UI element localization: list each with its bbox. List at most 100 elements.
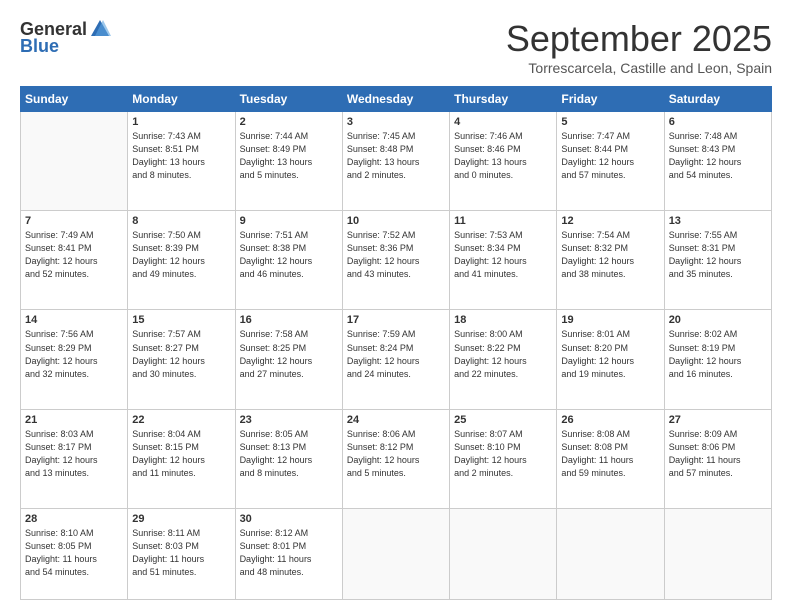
day-number: 14	[25, 314, 123, 326]
day-number: 11	[454, 215, 552, 227]
cell-info: Sunrise: 7:50 AM Sunset: 8:39 PM Dayligh…	[132, 229, 230, 281]
cell-info: Sunrise: 7:48 AM Sunset: 8:43 PM Dayligh…	[669, 130, 767, 182]
calendar-cell: 21 Sunrise: 8:03 AM Sunset: 8:17 PM Dayli…	[21, 409, 128, 508]
weekday-header-row: SundayMondayTuesdayWednesdayThursdayFrid…	[21, 87, 772, 112]
calendar-cell: 11 Sunrise: 7:53 AM Sunset: 8:34 PM Dayli…	[450, 211, 557, 310]
cell-info: Sunrise: 7:47 AM Sunset: 8:44 PM Dayligh…	[561, 130, 659, 182]
day-number: 26	[561, 414, 659, 426]
day-number: 8	[132, 215, 230, 227]
day-number: 22	[132, 414, 230, 426]
calendar-cell	[450, 508, 557, 599]
calendar-table: SundayMondayTuesdayWednesdayThursdayFrid…	[20, 86, 772, 600]
calendar-cell: 30 Sunrise: 8:12 AM Sunset: 8:01 PM Dayli…	[235, 508, 342, 599]
cell-info: Sunrise: 8:05 AM Sunset: 8:13 PM Dayligh…	[240, 428, 338, 480]
day-number: 9	[240, 215, 338, 227]
header: General Blue September 2025 Torrescarcel…	[20, 18, 772, 76]
cell-info: Sunrise: 7:54 AM Sunset: 8:32 PM Dayligh…	[561, 229, 659, 281]
cell-info: Sunrise: 8:11 AM Sunset: 8:03 PM Dayligh…	[132, 527, 230, 579]
day-number: 30	[240, 513, 338, 525]
calendar-cell: 1Sunrise: 7:43 AM Sunset: 8:51 PM Daylig…	[128, 112, 235, 211]
calendar-week-row-4: 21 Sunrise: 8:03 AM Sunset: 8:17 PM Dayli…	[21, 409, 772, 508]
day-number: 20	[669, 314, 767, 326]
calendar-cell	[21, 112, 128, 211]
calendar-cell: 14Sunrise: 7:56 AM Sunset: 8:29 PM Dayli…	[21, 310, 128, 409]
cell-info: Sunrise: 7:46 AM Sunset: 8:46 PM Dayligh…	[454, 130, 552, 182]
calendar-cell: 24 Sunrise: 8:06 AM Sunset: 8:12 PM Dayli…	[342, 409, 449, 508]
day-number: 12	[561, 215, 659, 227]
calendar-week-row-2: 7Sunrise: 7:49 AM Sunset: 8:41 PM Daylig…	[21, 211, 772, 310]
day-number: 28	[25, 513, 123, 525]
calendar-cell: 26 Sunrise: 8:08 AM Sunset: 8:08 PM Dayli…	[557, 409, 664, 508]
cell-info: Sunrise: 8:01 AM Sunset: 8:20 PM Dayligh…	[561, 328, 659, 380]
calendar-week-row-1: 1Sunrise: 7:43 AM Sunset: 8:51 PM Daylig…	[21, 112, 772, 211]
calendar-cell: 4 Sunrise: 7:46 AM Sunset: 8:46 PM Daylig…	[450, 112, 557, 211]
cell-info: Sunrise: 8:10 AM Sunset: 8:05 PM Dayligh…	[25, 527, 123, 579]
day-number: 15	[132, 314, 230, 326]
calendar-week-row-3: 14Sunrise: 7:56 AM Sunset: 8:29 PM Dayli…	[21, 310, 772, 409]
page: General Blue September 2025 Torrescarcel…	[0, 0, 792, 612]
title-block: September 2025 Torrescarcela, Castille a…	[506, 18, 772, 76]
calendar-week-row-5: 28 Sunrise: 8:10 AM Sunset: 8:05 PM Dayli…	[21, 508, 772, 599]
cell-info: Sunrise: 8:04 AM Sunset: 8:15 PM Dayligh…	[132, 428, 230, 480]
cell-info: Sunrise: 7:58 AM Sunset: 8:25 PM Dayligh…	[240, 328, 338, 380]
day-number: 6	[669, 116, 767, 128]
calendar-cell: 25 Sunrise: 8:07 AM Sunset: 8:10 PM Dayli…	[450, 409, 557, 508]
calendar-cell: 12 Sunrise: 7:54 AM Sunset: 8:32 PM Dayli…	[557, 211, 664, 310]
weekday-header-friday: Friday	[557, 87, 664, 112]
calendar-cell: 27 Sunrise: 8:09 AM Sunset: 8:06 PM Dayli…	[664, 409, 771, 508]
day-number: 16	[240, 314, 338, 326]
day-number: 25	[454, 414, 552, 426]
calendar-cell: 6 Sunrise: 7:48 AM Sunset: 8:43 PM Daylig…	[664, 112, 771, 211]
calendar-cell: 9 Sunrise: 7:51 AM Sunset: 8:38 PM Daylig…	[235, 211, 342, 310]
calendar-cell: 2Sunrise: 7:44 AM Sunset: 8:49 PM Daylig…	[235, 112, 342, 211]
weekday-header-wednesday: Wednesday	[342, 87, 449, 112]
calendar-cell: 5 Sunrise: 7:47 AM Sunset: 8:44 PM Daylig…	[557, 112, 664, 211]
month-title: September 2025	[506, 18, 772, 60]
calendar-cell: 16 Sunrise: 7:58 AM Sunset: 8:25 PM Dayli…	[235, 310, 342, 409]
cell-info: Sunrise: 8:09 AM Sunset: 8:06 PM Dayligh…	[669, 428, 767, 480]
calendar-cell: 22 Sunrise: 8:04 AM Sunset: 8:15 PM Dayli…	[128, 409, 235, 508]
day-number: 18	[454, 314, 552, 326]
logo: General Blue	[20, 18, 111, 57]
day-number: 17	[347, 314, 445, 326]
weekday-header-tuesday: Tuesday	[235, 87, 342, 112]
logo-blue-text: Blue	[20, 36, 59, 57]
cell-info: Sunrise: 8:03 AM Sunset: 8:17 PM Dayligh…	[25, 428, 123, 480]
cell-info: Sunrise: 8:08 AM Sunset: 8:08 PM Dayligh…	[561, 428, 659, 480]
calendar-cell	[557, 508, 664, 599]
cell-info: Sunrise: 8:00 AM Sunset: 8:22 PM Dayligh…	[454, 328, 552, 380]
day-number: 1	[132, 116, 230, 128]
calendar-cell: 13Sunrise: 7:55 AM Sunset: 8:31 PM Dayli…	[664, 211, 771, 310]
day-number: 24	[347, 414, 445, 426]
weekday-header-thursday: Thursday	[450, 87, 557, 112]
cell-info: Sunrise: 8:06 AM Sunset: 8:12 PM Dayligh…	[347, 428, 445, 480]
day-number: 21	[25, 414, 123, 426]
calendar-cell	[664, 508, 771, 599]
calendar-cell: 7Sunrise: 7:49 AM Sunset: 8:41 PM Daylig…	[21, 211, 128, 310]
cell-info: Sunrise: 8:12 AM Sunset: 8:01 PM Dayligh…	[240, 527, 338, 579]
cell-info: Sunrise: 7:57 AM Sunset: 8:27 PM Dayligh…	[132, 328, 230, 380]
cell-info: Sunrise: 7:52 AM Sunset: 8:36 PM Dayligh…	[347, 229, 445, 281]
calendar-cell: 18 Sunrise: 8:00 AM Sunset: 8:22 PM Dayli…	[450, 310, 557, 409]
day-number: 23	[240, 414, 338, 426]
day-number: 19	[561, 314, 659, 326]
day-number: 10	[347, 215, 445, 227]
cell-info: Sunrise: 7:59 AM Sunset: 8:24 PM Dayligh…	[347, 328, 445, 380]
cell-info: Sunrise: 7:55 AM Sunset: 8:31 PM Dayligh…	[669, 229, 767, 281]
day-number: 27	[669, 414, 767, 426]
cell-info: Sunrise: 8:07 AM Sunset: 8:10 PM Dayligh…	[454, 428, 552, 480]
calendar-cell: 10 Sunrise: 7:52 AM Sunset: 8:36 PM Dayli…	[342, 211, 449, 310]
weekday-header-monday: Monday	[128, 87, 235, 112]
calendar-cell: 29Sunrise: 8:11 AM Sunset: 8:03 PM Dayli…	[128, 508, 235, 599]
day-number: 5	[561, 116, 659, 128]
calendar-cell: 20Sunrise: 8:02 AM Sunset: 8:19 PM Dayli…	[664, 310, 771, 409]
weekday-header-sunday: Sunday	[21, 87, 128, 112]
cell-info: Sunrise: 7:51 AM Sunset: 8:38 PM Dayligh…	[240, 229, 338, 281]
cell-info: Sunrise: 7:49 AM Sunset: 8:41 PM Dayligh…	[25, 229, 123, 281]
calendar-cell: 28 Sunrise: 8:10 AM Sunset: 8:05 PM Dayli…	[21, 508, 128, 599]
calendar-cell: 23 Sunrise: 8:05 AM Sunset: 8:13 PM Dayli…	[235, 409, 342, 508]
day-number: 4	[454, 116, 552, 128]
cell-info: Sunrise: 7:53 AM Sunset: 8:34 PM Dayligh…	[454, 229, 552, 281]
location: Torrescarcela, Castille and Leon, Spain	[506, 60, 772, 76]
cell-info: Sunrise: 7:45 AM Sunset: 8:48 PM Dayligh…	[347, 130, 445, 182]
